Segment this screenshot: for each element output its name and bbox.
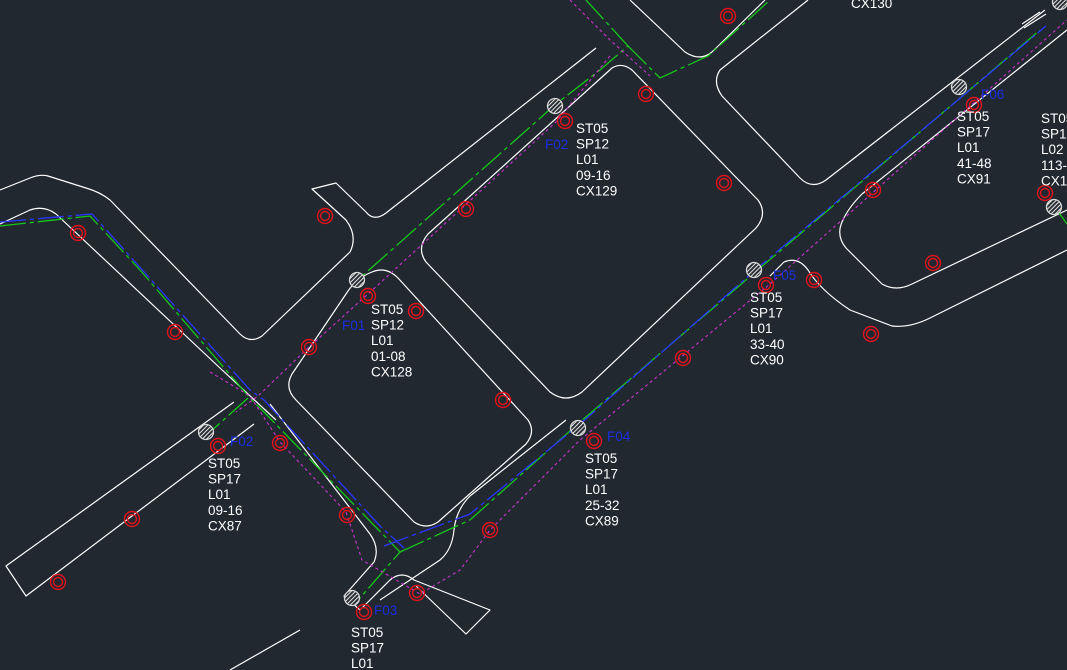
cto-cx130-line: CX130	[851, 0, 892, 11]
cto-line: 25-32	[585, 498, 620, 513]
pole-ring-icon[interactable]	[481, 521, 499, 539]
cto-line: ST05	[750, 290, 782, 305]
cad-drawing-canvas[interactable]: F01 F02 F02 F03 F04 F05 F06 CX130 ST05 S…	[0, 0, 1067, 670]
pole-ring-icon[interactable]	[69, 224, 87, 242]
splice-hatched-icon[interactable]	[348, 271, 366, 289]
cto-line: L01	[585, 482, 608, 497]
splice-hatched-icon[interactable]	[950, 78, 968, 96]
cto-line: L01	[208, 487, 231, 502]
splice-hatched-icon[interactable]	[197, 423, 215, 441]
cto-line: SP17	[585, 467, 618, 482]
cto-line: L01	[750, 321, 773, 336]
cto-line: 09-16	[208, 503, 243, 518]
cto-cx91-label[interactable]: ST05 SP17 L01 41-48 CX91	[957, 109, 995, 186]
road-edge-center-block	[420, 64, 764, 399]
cto-line: CX87	[208, 518, 242, 533]
cto-line: SP17	[208, 472, 241, 487]
cto-line: CX1	[1041, 173, 1067, 188]
cto-line: L01	[351, 656, 374, 670]
cto-cx87-label[interactable]: ST05 SP17 L01 09-16 CX87	[208, 456, 246, 533]
tag-f02-top[interactable]: F02	[545, 137, 568, 152]
pole-ring-icon[interactable]	[637, 85, 655, 103]
cto-line: SP12	[371, 318, 404, 333]
pole-ring-icon[interactable]	[924, 254, 942, 272]
pole-ring-icon[interactable]	[715, 174, 733, 192]
cto-line: CX91	[957, 171, 991, 186]
cto-line: SP17	[351, 641, 384, 656]
road-edge-upper-diagonal	[0, 47, 597, 341]
road-edge-long-diagonal-south	[379, 419, 567, 601]
pole-ring-icon[interactable]	[674, 349, 692, 367]
tag-f05[interactable]: F05	[773, 268, 796, 283]
cto-line: L02	[1041, 142, 1064, 157]
cto-line: ST05	[371, 302, 403, 317]
pole-ring-icon[interactable]	[494, 391, 512, 409]
road-edge-bottom-left	[229, 629, 301, 670]
cto-cx130-label[interactable]: CX130	[851, 0, 892, 11]
cto-line: ST05	[576, 121, 608, 136]
pole-ring-icon[interactable]	[805, 271, 823, 289]
cto-line: SP1	[1041, 127, 1067, 142]
cto-line: SP12	[576, 137, 609, 152]
cto-cx89-label[interactable]: ST05 SP17 L01 25-32 CX89	[585, 451, 623, 528]
cto-line: 09-16	[576, 168, 611, 183]
tag-f02-left[interactable]: F02	[230, 434, 253, 449]
cable-magenta	[209, 0, 1067, 595]
pole-ring-icon[interactable]	[585, 432, 603, 450]
cto-line: ST05	[1041, 111, 1067, 126]
road-outlines	[0, 0, 1067, 670]
road-edge-right-block	[839, 29, 1067, 289]
cto-line: CX89	[585, 513, 619, 528]
road-edge-left-upper	[0, 207, 277, 421]
cto-line: ST05	[957, 109, 989, 124]
pole-ring-icon[interactable]	[862, 325, 880, 343]
splice-hatched-icon[interactable]	[1045, 198, 1063, 216]
splice-points	[197, 0, 1067, 607]
cto-line: CX129	[576, 183, 617, 198]
tag-f04[interactable]: F04	[607, 429, 631, 444]
cto-cx129-label[interactable]: ST05 SP12 L01 09-16 CX129	[576, 121, 617, 198]
tag-f06[interactable]: F06	[981, 87, 1004, 102]
cto-line: L01	[371, 333, 394, 348]
cto-line: SP17	[957, 125, 990, 140]
pole-ring-icon[interactable]	[271, 434, 289, 452]
splice-hatched-icon[interactable]	[569, 419, 587, 437]
cto-cx128-label[interactable]: ST05 SP12 L01 01-08 CX128	[371, 302, 412, 379]
cto-line: L01	[576, 152, 599, 167]
cto-line: CX128	[371, 364, 412, 379]
pole-ring-icon[interactable]	[49, 573, 67, 591]
splice-hatched-icon[interactable]	[745, 261, 763, 279]
tag-f01[interactable]: F01	[342, 318, 365, 333]
cto-line: ST05	[585, 451, 617, 466]
cto-line: ST05	[351, 625, 383, 640]
road-edge-top-right-building	[629, 0, 766, 58]
cto-line: 113-	[1041, 158, 1067, 173]
cto-line: CX90	[750, 352, 784, 367]
cable-routes	[0, 0, 1067, 599]
cto-line: ST05	[208, 456, 240, 471]
pole-ring-icon[interactable]	[316, 207, 334, 225]
splice-hatched-icon[interactable]	[1051, 0, 1067, 11]
pole-ring-icon[interactable]	[719, 7, 737, 25]
pole-ring-icon[interactable]	[123, 510, 141, 528]
cto-line: 01-08	[371, 349, 406, 364]
cto-partial-right-label[interactable]: ST05 SP1 L02 113- CX1	[1041, 111, 1067, 188]
cto-line: 33-40	[750, 337, 785, 352]
splice-hatched-icon[interactable]	[343, 589, 361, 607]
cto-labels: CX130 ST05 SP12 L01 09-16 CX129 ST05 SP1…	[208, 0, 1067, 670]
pole-ring-icon[interactable]	[556, 112, 574, 130]
cto-partial-bottom-label[interactable]: ST05 SP17 L01	[351, 625, 388, 670]
splitter-tags: F01 F02 F02 F03 F04 F05 F06	[230, 87, 1004, 618]
cto-line: 41-48	[957, 156, 992, 171]
pole-ring-icon[interactable]	[300, 338, 318, 356]
tag-f03[interactable]: F03	[374, 603, 397, 618]
cto-line: SP17	[750, 306, 783, 321]
pole-ring-icon[interactable]	[166, 323, 184, 341]
cto-line: L01	[957, 140, 980, 155]
splice-hatched-icon[interactable]	[546, 97, 564, 115]
cable-green-secondary	[627, 0, 1067, 225]
pole-ring-icon[interactable]	[407, 302, 425, 320]
cable-green-main	[0, 0, 1041, 599]
cto-cx90-label[interactable]: ST05 SP17 L01 33-40 CX90	[750, 290, 788, 367]
